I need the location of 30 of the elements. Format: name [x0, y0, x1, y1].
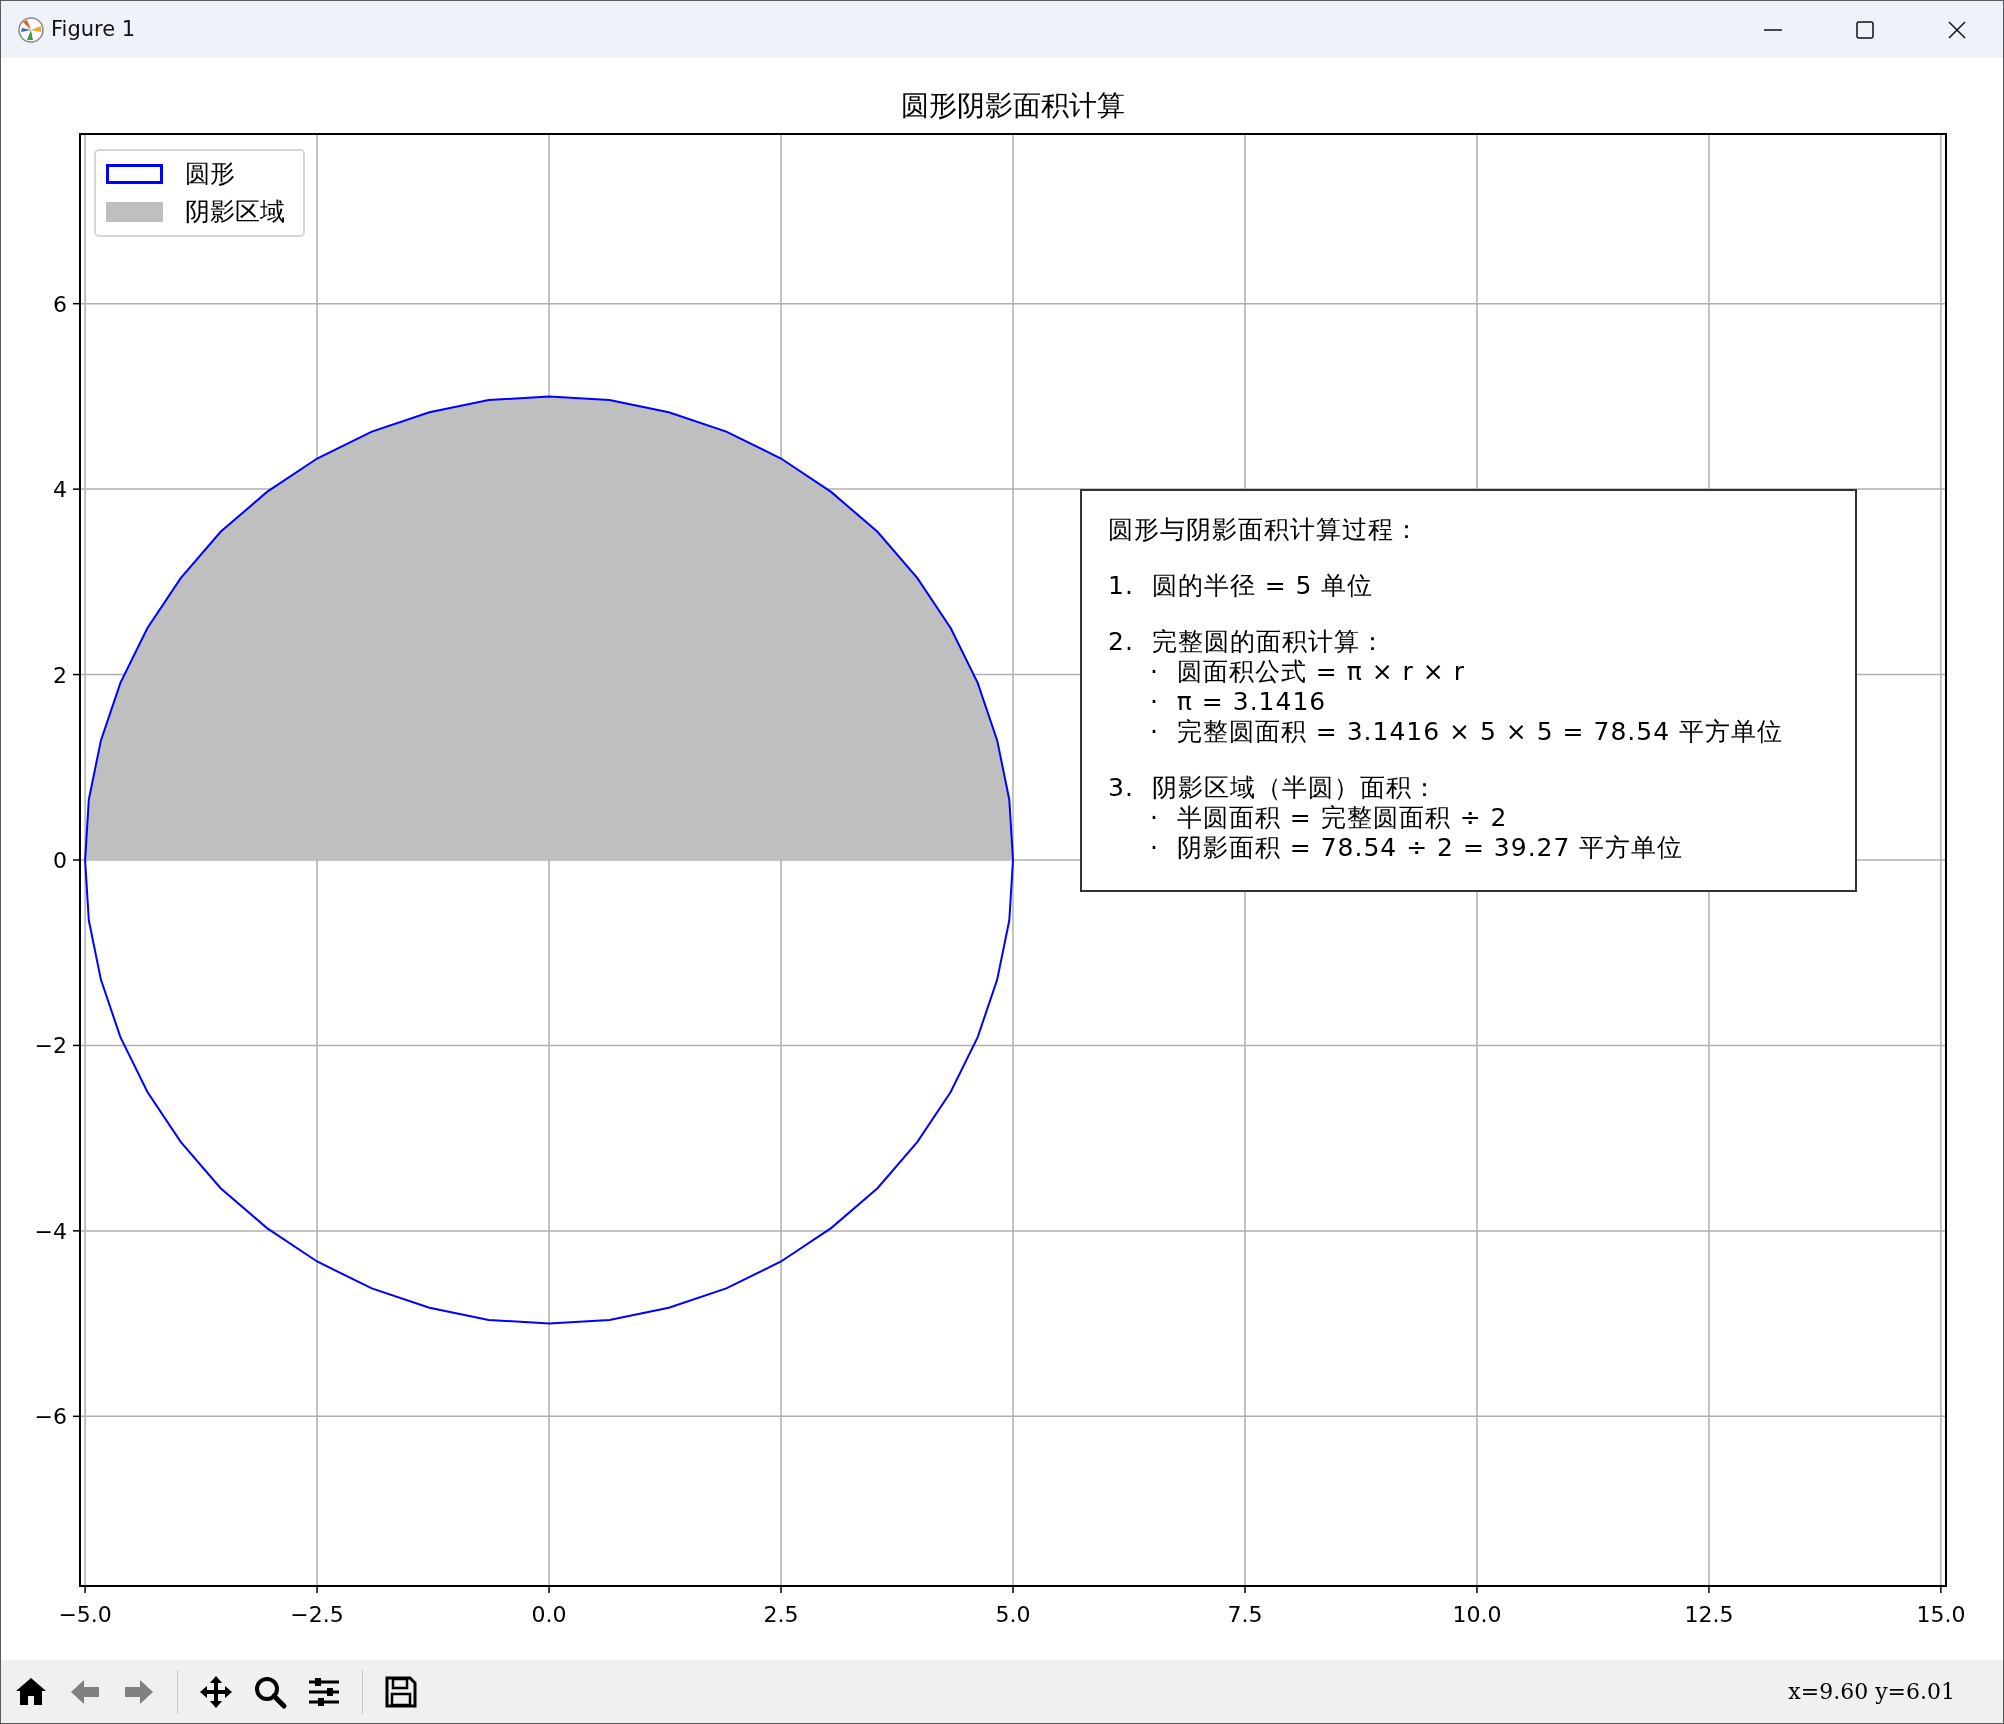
chart-title: 圆形阴影面积计算 [901, 89, 1125, 122]
tick-label: −4 [34, 1218, 67, 1244]
box-heading: 圆形与阴影面积计算过程： [1108, 515, 1421, 545]
step-line: 2. 完整圆的面积计算： [1108, 627, 1387, 657]
tick-label: 2 [53, 662, 67, 688]
tick-label: 6 [53, 291, 67, 317]
legend-label: 阴影区域 [185, 197, 285, 227]
bullet-line: · 完整圆面积 = 3.1416 × 5 × 5 = 78.54 平方单位 [1149, 717, 1784, 747]
tick-label: 15.0 [1916, 1602, 1966, 1627]
bullet-line: · π = 3.1416 [1149, 687, 1328, 717]
tick-label: 5.0 [995, 1602, 1031, 1627]
tick-label: 4 [53, 477, 67, 503]
tick-label: −2.5 [290, 1602, 344, 1627]
cursor-coordinates: x=9.60 y=6.01 [1788, 1678, 1955, 1706]
tick-label: 10.0 [1452, 1602, 1502, 1627]
tick-label: −5.0 [58, 1602, 112, 1627]
window-title: Figure 1 [51, 15, 136, 43]
bullet-line: · 圆面积公式 = π × r × r [1149, 657, 1466, 687]
tick-label: 0 [53, 848, 67, 873]
tick-label: 12.5 [1684, 1602, 1734, 1627]
step-line: 3. 阴影区域（半圆）面积： [1108, 773, 1439, 803]
tick-label: 7.5 [1227, 1602, 1263, 1627]
tick-label: −6 [34, 1404, 67, 1430]
tick-label: 0.0 [531, 1602, 567, 1627]
bullet-line: · 半圆面积 = 完整圆面积 ÷ 2 [1149, 803, 1509, 833]
tick-label: −2 [34, 1033, 67, 1059]
tick-label: 2.5 [763, 1602, 799, 1627]
step-line: 1. 圆的半径 = 5 单位 [1108, 571, 1375, 601]
legend-label: 圆形 [185, 159, 235, 189]
bullet-line: · 阴影面积 = 78.54 ÷ 2 = 39.27 平方单位 [1149, 833, 1685, 863]
